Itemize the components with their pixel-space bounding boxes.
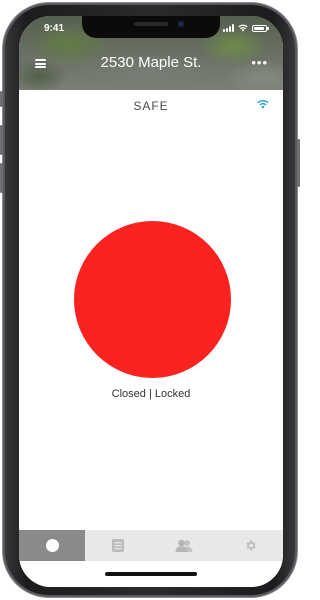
tab-status[interactable]: [19, 530, 85, 561]
phone-frame: 9:41 2530 Maple St. ••• SAFE Closed | Lo…: [0, 3, 300, 597]
tab-history[interactable]: [85, 530, 151, 561]
users-icon: [175, 539, 193, 552]
cellular-signal-icon: [223, 24, 234, 32]
speaker-grille: [134, 22, 168, 26]
list-icon: [112, 539, 124, 552]
gear-icon: [245, 540, 256, 551]
home-indicator[interactable]: [105, 572, 197, 576]
property-address-title[interactable]: 2530 Maple St.: [59, 54, 243, 71]
tab-users[interactable]: [151, 530, 217, 561]
dot-icon: [45, 539, 59, 552]
volume-up-button: [0, 125, 3, 155]
front-camera: [178, 21, 184, 27]
power-button: [297, 139, 300, 187]
wifi-connected-icon: [257, 100, 269, 109]
tab-settings[interactable]: [217, 530, 283, 561]
battery-icon: [252, 24, 269, 32]
silent-switch: [0, 91, 3, 107]
status-time: 9:41: [44, 23, 65, 34]
app-screen: 9:41 2530 Maple St. ••• SAFE Closed | Lo…: [19, 16, 283, 587]
lock-toggle-button[interactable]: [74, 221, 231, 378]
hamburger-menu-icon[interactable]: [35, 59, 46, 68]
tab-bar: [19, 530, 283, 561]
lock-status-text: Closed | Locked: [111, 388, 191, 400]
safe-state-title: SAFE: [133, 99, 169, 113]
wifi-status-icon: [238, 24, 248, 32]
more-options-icon[interactable]: •••: [251, 55, 268, 70]
status-icons: [223, 24, 269, 32]
main-content: SAFE Closed | Locked: [19, 90, 283, 530]
notch: [82, 16, 220, 38]
home-area: [19, 561, 283, 587]
volume-down-button: [0, 163, 3, 193]
